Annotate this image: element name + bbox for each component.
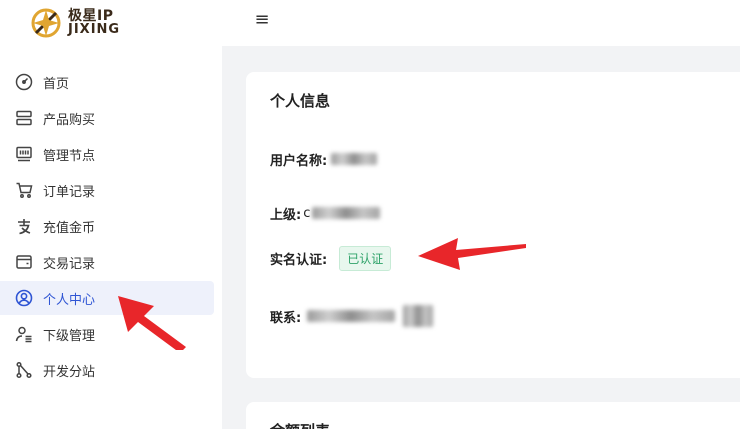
sidebar-item-sub-site[interactable]: 开发分站 bbox=[0, 353, 214, 387]
brand-name-en: JIXING bbox=[68, 22, 121, 37]
hamburger-menu-icon[interactable]: ≡ bbox=[252, 10, 272, 30]
contact-row: 联系: bbox=[270, 304, 434, 328]
branch-icon bbox=[14, 360, 34, 380]
server-icon bbox=[14, 108, 34, 128]
sidebar-item-label: 充值金币 bbox=[43, 220, 96, 236]
sidebar-item-buy-product[interactable]: 产品购买 bbox=[0, 101, 214, 135]
sidebar-item-label: 首页 bbox=[43, 76, 70, 92]
sidebar-item-manage-nodes[interactable]: 管理节点 bbox=[0, 137, 214, 171]
wallet-icon bbox=[14, 252, 34, 272]
sidebar-item-home[interactable]: 首页 bbox=[0, 65, 214, 99]
sidebar-item-subordinate[interactable]: 下级管理 bbox=[0, 317, 214, 351]
username-label: 用户名称: bbox=[270, 153, 328, 169]
realname-label: 实名认证: bbox=[270, 252, 328, 268]
alipay-icon bbox=[14, 216, 34, 236]
dashboard-icon bbox=[14, 72, 34, 92]
sidebar-item-label: 开发分站 bbox=[43, 364, 96, 380]
sidebar-item-recharge[interactable]: 充值金币 bbox=[0, 209, 214, 243]
contact-label: 联系: bbox=[270, 310, 302, 326]
username-value-redacted bbox=[331, 153, 378, 165]
parent-label: 上级: bbox=[270, 207, 302, 223]
sidebar-item-label: 下级管理 bbox=[43, 328, 96, 344]
parent-row: 上级: c bbox=[270, 201, 381, 225]
cart-icon bbox=[14, 180, 34, 200]
parent-value-visible: c bbox=[303, 205, 311, 221]
parent-value-redacted bbox=[312, 207, 381, 219]
user-circle-icon bbox=[14, 288, 34, 308]
star-logo-icon bbox=[31, 8, 61, 38]
sidebar-item-label: 交易记录 bbox=[43, 256, 96, 272]
brand-name-cn: 极星IP bbox=[68, 8, 114, 24]
sidebar-item-personal-center[interactable]: 个人中心 bbox=[0, 281, 214, 315]
card-title: 余额列表 bbox=[270, 420, 330, 429]
profile-card: 个人信息 用户名称: 上级: c 实名认证: 已认证 联系: bbox=[246, 72, 740, 378]
verified-status-badge: 已认证 bbox=[339, 245, 392, 271]
card-title: 个人信息 bbox=[270, 92, 331, 110]
sidebar-item-label: 个人中心 bbox=[43, 292, 96, 308]
sidebar-item-label: 管理节点 bbox=[43, 148, 96, 164]
brand-logo[interactable]: 极星IP JIXING bbox=[30, 6, 140, 40]
contact-value-redacted bbox=[307, 310, 396, 322]
brand-text: 极星IP JIXING bbox=[68, 9, 120, 37]
sidebar: 首页 产品购买 管理节点 订单记录 充值金币 交易记录 个人中心 下级管理 开发… bbox=[0, 46, 222, 429]
sidebar-item-orders[interactable]: 订单记录 bbox=[0, 173, 214, 207]
user-manage-icon bbox=[14, 324, 34, 344]
username-row: 用户名称: bbox=[270, 147, 378, 171]
sidebar-item-label: 订单记录 bbox=[43, 184, 96, 200]
sidebar-item-transactions[interactable]: 交易记录 bbox=[0, 245, 214, 279]
contact-qr-redacted bbox=[403, 305, 434, 327]
balance-list-card: 余额列表 bbox=[246, 402, 740, 429]
nodes-icon bbox=[14, 144, 34, 164]
top-header: 极星IP JIXING ≡ bbox=[0, 0, 740, 46]
realname-row: 实名认证: 已认证 bbox=[270, 245, 392, 271]
sidebar-item-label: 产品购买 bbox=[43, 112, 96, 128]
